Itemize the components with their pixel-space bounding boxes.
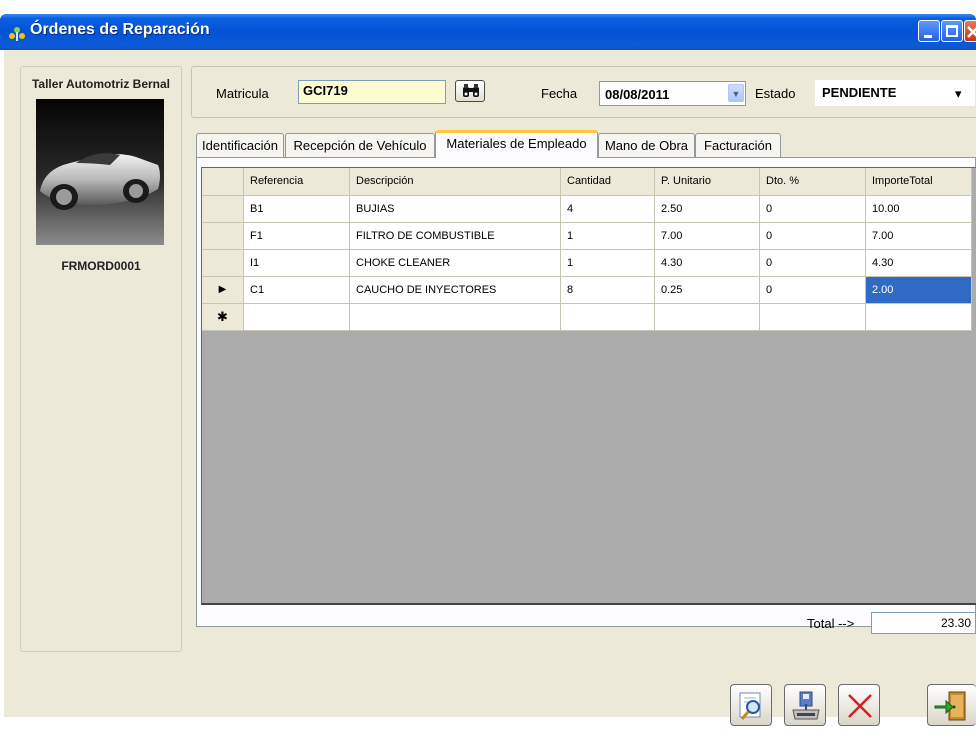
table-cell[interactable]: 2.50: [655, 196, 760, 223]
close-icon: [967, 26, 976, 38]
table-cell[interactable]: 0: [760, 250, 866, 277]
table-cell[interactable]: 4.30: [866, 250, 972, 277]
table-cell[interactable]: B1: [244, 196, 350, 223]
dropdown-arrow-icon[interactable]: ▾: [955, 86, 962, 102]
window-title: Órdenes de Reparación: [30, 21, 210, 38]
table-cell[interactable]: 7.00: [655, 223, 760, 250]
row-header[interactable]: [202, 223, 244, 250]
table-cell[interactable]: 7.00: [866, 223, 972, 250]
maximize-button[interactable]: [941, 20, 963, 42]
workshop-name: Taller Automotriz Bernal: [31, 77, 171, 91]
fecha-value: 08/08/2011: [605, 87, 670, 102]
cancel-x-icon: [848, 694, 872, 718]
table-cell[interactable]: [561, 304, 655, 331]
column-header[interactable]: P. Unitario: [655, 168, 760, 196]
total-label: Total -->: [807, 616, 855, 631]
table-cell[interactable]: [760, 304, 866, 331]
table-cell[interactable]: 4: [561, 196, 655, 223]
cancel-button[interactable]: [838, 684, 880, 726]
search-button[interactable]: [455, 80, 485, 102]
table-cell[interactable]: 1: [561, 250, 655, 277]
table-cell[interactable]: C1: [244, 277, 350, 304]
matricula-label: Matricula: [216, 86, 269, 101]
new-row-icon[interactable]: ✱: [202, 304, 244, 331]
table-cell-selected[interactable]: 2.00: [866, 277, 972, 304]
close-button[interactable]: [964, 20, 976, 42]
current-row-indicator-icon[interactable]: ▶: [202, 277, 244, 304]
exit-door-icon: [934, 691, 966, 721]
order-code: FRMORD0001: [61, 259, 141, 273]
tab-facturacion[interactable]: Facturación: [695, 133, 781, 157]
app-icon: [9, 27, 25, 41]
tab-identificacion[interactable]: Identificación: [196, 133, 284, 157]
table-cell[interactable]: [244, 304, 350, 331]
estado-value: PENDIENTE: [822, 85, 897, 100]
row-header[interactable]: [202, 250, 244, 277]
search-document-button[interactable]: [730, 684, 772, 726]
table-cell[interactable]: 0: [760, 196, 866, 223]
total-field: 23.30: [871, 612, 976, 634]
exit-button[interactable]: [927, 684, 976, 726]
table-cell[interactable]: 10.00: [866, 196, 972, 223]
table-cell[interactable]: 0.25: [655, 277, 760, 304]
table-cell[interactable]: [655, 304, 760, 331]
table-cell[interactable]: 4.30: [655, 250, 760, 277]
column-header[interactable]: Referencia: [244, 168, 350, 196]
materials-grid[interactable]: Referencia Descripción Cantidad P. Unita…: [201, 167, 976, 605]
save-disk-icon: [792, 691, 820, 720]
table-cell[interactable]: 0: [760, 277, 866, 304]
tab-materiales-empleado[interactable]: Materiales de Empleado: [435, 130, 598, 158]
car-image: [36, 99, 164, 245]
tab-recepcion-vehiculo[interactable]: Recepción de Vehículo: [285, 133, 435, 157]
save-button[interactable]: [784, 684, 826, 726]
table-cell[interactable]: F1: [244, 223, 350, 250]
table-cell[interactable]: 0: [760, 223, 866, 250]
chevron-down-icon[interactable]: ▼: [728, 84, 744, 102]
table-cell[interactable]: BUJIAS: [350, 196, 561, 223]
maximize-icon: [946, 25, 958, 37]
minimize-button[interactable]: [918, 20, 940, 42]
magnifier-icon: [739, 692, 761, 720]
column-header[interactable]: Cantidad: [561, 168, 655, 196]
table-cell[interactable]: CAUCHO DE INYECTORES: [350, 277, 561, 304]
row-header[interactable]: [202, 196, 244, 223]
fecha-label: Fecha: [541, 86, 578, 101]
binoculars-icon: [463, 84, 479, 97]
estado-label: Estado: [755, 86, 796, 101]
table-cell[interactable]: 8: [561, 277, 655, 304]
minimize-icon: [924, 35, 932, 38]
table-cell[interactable]: 1: [561, 223, 655, 250]
table-cell[interactable]: CHOKE CLEANER: [350, 250, 561, 277]
grid-corner: [202, 168, 244, 196]
matricula-input[interactable]: GCI719: [298, 80, 446, 104]
table-cell[interactable]: [350, 304, 561, 331]
tab-mano-de-obra[interactable]: Mano de Obra: [598, 133, 695, 157]
table-cell[interactable]: [866, 304, 972, 331]
column-header[interactable]: Descripción: [350, 168, 561, 196]
column-header[interactable]: ImporteTotal: [866, 168, 972, 196]
table-cell[interactable]: FILTRO DE COMBUSTIBLE: [350, 223, 561, 250]
column-header[interactable]: Dto. %: [760, 168, 866, 196]
table-cell[interactable]: I1: [244, 250, 350, 277]
